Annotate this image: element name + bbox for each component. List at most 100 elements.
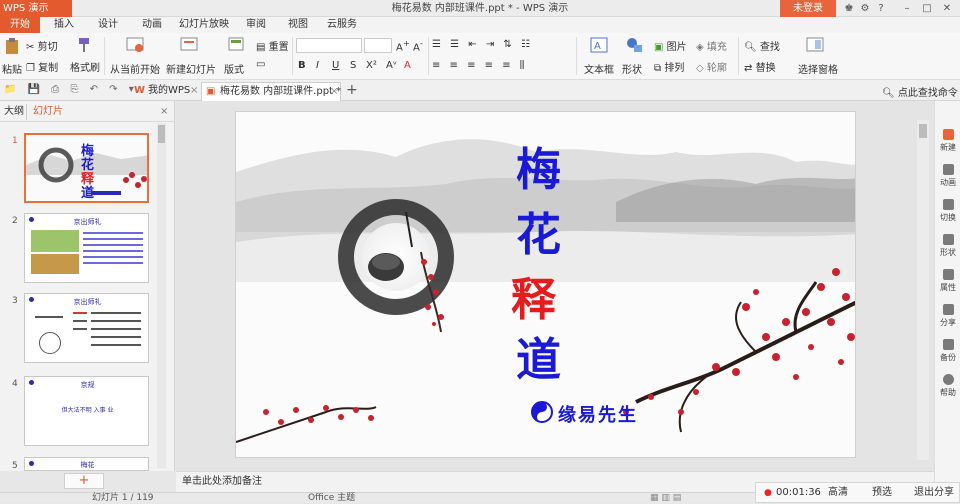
- tab-slides[interactable]: 幻灯片: [26, 104, 63, 120]
- tab-review[interactable]: 审阅: [240, 17, 272, 33]
- sidebar-shape-label: 形状: [940, 248, 956, 257]
- shape-icon: [942, 234, 954, 245]
- reset-button[interactable]: ▤ 重置: [256, 38, 289, 54]
- slide-thumbnail-3[interactable]: 京出师礼: [24, 293, 149, 363]
- slide-thumbnail-1[interactable]: 梅 花 释 道: [24, 133, 149, 203]
- workspace-scrollbar[interactable]: [917, 120, 929, 460]
- view-mode-icons[interactable]: ▦ ▥ ▤: [650, 493, 681, 504]
- new-tab-button[interactable]: +: [346, 82, 358, 98]
- preview-button[interactable]: 预选: [872, 483, 892, 503]
- text-box-icon[interactable]: A: [590, 37, 608, 53]
- exit-share-button[interactable]: 退出分享: [914, 483, 954, 503]
- quick-access-icons[interactable]: 📁 💾 ⎙ ⎘ ↶ ↷ ▾: [4, 84, 138, 95]
- tab-document[interactable]: ▣ 梅花易数 内部班课件.ppt * ×: [201, 82, 341, 101]
- shape-icon[interactable]: [626, 37, 644, 53]
- sidebar-backup[interactable]: 备份: [935, 339, 960, 363]
- right-sidebar: 新建 动画 切换 形状 属性 分享 备份 帮助: [934, 101, 960, 492]
- outline-button[interactable]: ◇ 轮廓: [696, 59, 727, 75]
- help-icon[interactable]: ?: [874, 0, 888, 17]
- properties-icon: [942, 269, 954, 280]
- app-menu-button[interactable]: WPS 演示: [0, 0, 72, 17]
- thumb-title: 京规: [80, 381, 95, 389]
- play-from-current-icon[interactable]: [126, 37, 144, 53]
- close-panel-icon[interactable]: ×: [160, 104, 168, 120]
- tab-design[interactable]: 设计: [92, 17, 124, 33]
- paragraph-list-icons[interactable]: ☰ ☰ ⇤ ⇥ ⇅ ☷: [432, 39, 533, 50]
- picture-icon: ▣: [654, 41, 664, 53]
- tab-outline[interactable]: 大纲: [4, 104, 24, 120]
- layout-icon[interactable]: [228, 37, 244, 53]
- slide-canvas[interactable]: 梅 花 释 道 缘易先生: [235, 111, 856, 458]
- tab-document-label: 梅花易数 内部班课件.ppt *: [220, 86, 342, 97]
- char-spacing-icon[interactable]: Aᵛ: [386, 60, 397, 71]
- format-painter-icon[interactable]: [76, 37, 92, 53]
- close-icon[interactable]: ✕: [940, 0, 954, 17]
- tab-insert[interactable]: 插入: [48, 17, 80, 33]
- window-title: 梅花易数 内部班课件.ppt * - WPS 演示: [391, 3, 569, 14]
- new-slide-button[interactable]: 新建幻灯片: [166, 61, 216, 76]
- sidebar-animation[interactable]: 动画: [935, 164, 960, 188]
- text-box-button[interactable]: 文本框: [584, 61, 614, 76]
- shape-button[interactable]: 形状: [622, 61, 642, 76]
- shadow-icon[interactable]: S: [350, 60, 356, 71]
- paste-button[interactable]: [4, 37, 20, 55]
- slide-thumbnail-5[interactable]: 梅花: [24, 457, 149, 471]
- slide-author: 缘易先生: [558, 405, 638, 426]
- command-search[interactable]: 🔍︎ 点此查找命令: [882, 84, 958, 99]
- format-painter-button[interactable]: 格式刷: [70, 59, 100, 74]
- selection-pane-button[interactable]: 选择窗格: [798, 61, 838, 76]
- bold-icon[interactable]: B: [298, 60, 306, 71]
- sidebar-transition[interactable]: 切换: [935, 199, 960, 223]
- sidebar-shape[interactable]: 形状: [935, 234, 960, 258]
- tab-my-wps[interactable]: W 我的WPS ×: [130, 82, 200, 101]
- grow-font-icon[interactable]: A+ A-: [396, 38, 423, 53]
- maximize-icon[interactable]: □: [920, 0, 934, 17]
- settings-icon[interactable]: ⚙: [858, 0, 872, 17]
- tab-cloud-service[interactable]: 云服务: [320, 17, 364, 33]
- paragraph-align-icons[interactable]: ≡ ≡ ≡ ≡ ≡ ⫼: [432, 60, 527, 71]
- sidebar-help[interactable]: 帮助: [935, 374, 960, 398]
- reset-label: 重置: [268, 42, 289, 53]
- hd-button[interactable]: 高清: [828, 483, 848, 503]
- sidebar-new[interactable]: 新建: [935, 129, 960, 153]
- section-icon[interactable]: ▭: [256, 59, 265, 70]
- skin-icon[interactable]: ♚: [842, 0, 856, 17]
- superscript-icon[interactable]: X²: [366, 60, 377, 71]
- layout-button[interactable]: 版式: [224, 61, 244, 76]
- font-color-icon[interactable]: A: [404, 60, 411, 71]
- login-button[interactable]: 未登录: [780, 0, 836, 17]
- picture-button[interactable]: ▣ 图片: [654, 38, 687, 54]
- fill-button[interactable]: ◈ 填充: [696, 38, 727, 54]
- thumb-number: 1: [12, 136, 18, 146]
- scissors-icon: ✂: [26, 41, 35, 53]
- add-slide-button[interactable]: +: [64, 473, 104, 489]
- sidebar-new-label: 新建: [940, 143, 956, 152]
- cut-button[interactable]: ✂ 剪切: [26, 38, 58, 54]
- close-doc-tab-icon[interactable]: ×: [330, 83, 338, 101]
- sidebar-properties[interactable]: 属性: [935, 269, 960, 293]
- new-icon: [942, 129, 954, 140]
- tab-animation[interactable]: 动画: [136, 17, 168, 33]
- selection-pane-icon[interactable]: [806, 37, 824, 53]
- tab-home[interactable]: 开始: [0, 17, 40, 33]
- sidebar-share[interactable]: 分享: [935, 304, 960, 328]
- tab-view[interactable]: 视图: [282, 17, 314, 33]
- find-button[interactable]: 🔍︎ 查找: [744, 38, 780, 54]
- italic-icon[interactable]: I: [316, 60, 319, 71]
- slide-thumbnail-2[interactable]: 京出师礼: [24, 213, 149, 283]
- underline-icon[interactable]: U: [332, 60, 339, 71]
- new-slide-icon[interactable]: [180, 37, 198, 53]
- from-current-button[interactable]: 从当前开始: [110, 61, 160, 76]
- font-name-field[interactable]: [296, 38, 362, 53]
- thumb-scrollbar[interactable]: [157, 123, 166, 468]
- arrange-button[interactable]: ⧉ 排列: [654, 59, 684, 75]
- tab-slideshow[interactable]: 幻灯片放映: [176, 17, 232, 33]
- paste-label[interactable]: 粘贴: [2, 61, 22, 76]
- replace-button[interactable]: ⇄ 替换: [744, 59, 776, 75]
- close-tab-icon[interactable]: ×: [190, 82, 198, 100]
- slide-thumbnail-4[interactable]: 京规 但大法不明 入事 业: [24, 376, 149, 446]
- minimize-icon[interactable]: –: [900, 0, 914, 17]
- copy-button[interactable]: ❐ 复制: [26, 59, 58, 75]
- backup-icon: [942, 339, 954, 350]
- font-size-field[interactable]: [364, 38, 392, 53]
